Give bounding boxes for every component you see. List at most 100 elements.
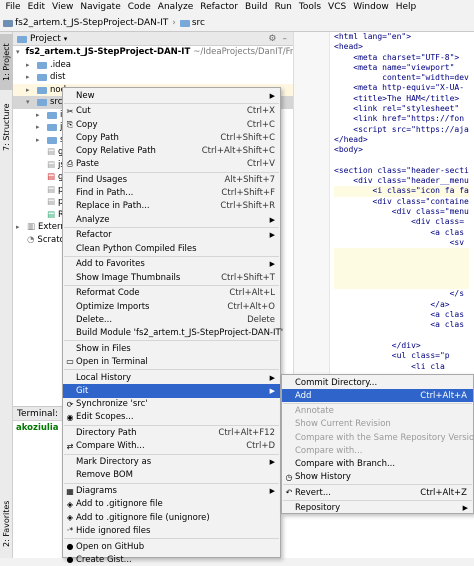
code-editor[interactable]: <html lang="en"> <head> <meta charset="UT… [293, 32, 474, 406]
menu-item-open-in-terminal[interactable]: ▭ Open in Terminal [63, 355, 280, 368]
menu-item-label: Open on GitHub [76, 541, 145, 552]
menu-item-compare-with[interactable]: ⇄ Compare With... Ctrl+D [63, 440, 280, 453]
menu-item-cut[interactable]: ✂ Cut Ctrl+X [63, 105, 280, 118]
menu-item-diagrams[interactable]: ▦ Diagrams ▶ [63, 485, 280, 498]
submenu-arrow-icon: ▶ [462, 503, 468, 512]
code-line: <link rel="stylesheet" [334, 104, 460, 114]
menu-item-commit-directory[interactable]: Commit Directory... [282, 376, 473, 389]
tab-favorites[interactable]: 2: Favorites [0, 494, 13, 554]
menu-item-find-usages[interactable]: Find Usages Alt+Shift+7 [63, 173, 280, 186]
menu-item-shortcut: Ctrl+Shift+C [220, 132, 275, 143]
code-area[interactable]: <html lang="en"> <head> <meta charset="UT… [334, 32, 469, 382]
menu-item-refactor[interactable]: Refactor ▶ [63, 229, 280, 242]
menu-build[interactable]: Build [242, 2, 272, 12]
menu-item-git[interactable]: Git ▶ [63, 384, 280, 398]
menu-item-edit-scopes[interactable]: ◉ Edit Scopes... [63, 411, 280, 424]
menu-item-copy-path[interactable]: Copy Path Ctrl+Shift+C [63, 131, 280, 144]
menu-item-delete[interactable]: Delete... Delete [63, 313, 280, 326]
gear-icon[interactable]: ⚙ [268, 34, 276, 44]
menu-item-label: Build Module 'fs2_artem.t_JS-StepProject… [76, 327, 284, 338]
breadcrumb-folder[interactable]: src [179, 18, 205, 28]
tab-project[interactable]: 1: Project [0, 34, 13, 90]
menu-item-synchronize-src[interactable]: ⟳ Synchronize 'src' [63, 398, 280, 411]
tree-item[interactable]: ▸ .idea [13, 59, 293, 72]
code-line: <head> [334, 42, 363, 52]
menu-view[interactable]: View [49, 2, 77, 12]
menu-item-show-image-thumbnails[interactable]: Show Image Thumbnails Ctrl+Shift+T [63, 271, 280, 284]
menu-item-paste[interactable]: ⎙ Paste Ctrl+V [63, 158, 280, 171]
menu-item-show-current-revision[interactable]: Show Current Revision [282, 418, 473, 431]
menu-item-hide-ignored-files[interactable]: ·* Hide ignored files [63, 524, 280, 537]
folder-icon [37, 86, 47, 94]
diagrams-icon: ▦ [66, 486, 74, 496]
menu-item-analyze[interactable]: Analyze ▶ [63, 213, 280, 226]
menu-item-replace-in-path[interactable]: Replace in Path... Ctrl+Shift+R [63, 200, 280, 213]
submenu-arrow-icon: ▶ [269, 231, 275, 240]
menu-item-mark-directory-as[interactable]: Mark Directory as ▶ [63, 456, 280, 469]
menu-item-add-to-favorites[interactable]: Add to Favorites ▶ [63, 258, 280, 271]
menu-item-open-on-github[interactable]: ● Open on GitHub [63, 540, 280, 553]
tab-structure[interactable]: 7: Structure [0, 92, 13, 162]
menu-item-show-in-files[interactable]: Show in Files [63, 342, 280, 355]
chevron-down-icon[interactable]: ▾ [64, 35, 68, 43]
menu-item-create-gist[interactable]: ● Create Gist... [63, 553, 280, 566]
menu-item-compare-with-branch[interactable]: Compare with Branch... [282, 457, 473, 470]
menu-code[interactable]: Code [124, 2, 154, 12]
expand-icon: ▸ [26, 60, 30, 69]
menu-item-directory-path[interactable]: Directory Path Ctrl+Alt+F12 [63, 427, 280, 440]
code-line: <meta name="viewport" [334, 62, 455, 72]
menu-item-repository[interactable]: Repository ▶ [282, 501, 473, 514]
menu-item-shortcut: Ctrl+Shift+R [220, 201, 275, 212]
menu-edit[interactable]: Edit [24, 2, 48, 12]
menu-item-compare-with[interactable]: Compare with... [282, 444, 473, 457]
menu-item-revert[interactable]: ↶ Revert... Ctrl+Alt+Z [282, 486, 473, 499]
code-line: <i class="icon fa fa [334, 186, 469, 197]
menu-item-clean-python-compiled-files[interactable]: Clean Python Compiled Files [63, 242, 280, 255]
folder-icon [37, 99, 47, 107]
menu-navigate[interactable]: Navigate [77, 2, 124, 12]
menu-window[interactable]: Window [350, 2, 393, 12]
menu-item-add[interactable]: Add Ctrl+Alt+A [282, 389, 473, 403]
menu-item-annotate[interactable]: Annotate [282, 405, 473, 418]
code-line: <title>The HAM</title> [334, 93, 460, 103]
menu-item-label: Revert... [295, 487, 331, 498]
menu-item-show-history[interactable]: ◷ Show History [282, 471, 473, 484]
menu-item-build-module-fs2-artem-t-js-stepproject-dan-it[interactable]: Build Module 'fs2_artem.t_JS-StepProject… [63, 326, 284, 339]
menu-item-label: Compare with the Same Repository Version [295, 432, 474, 443]
open-in-terminal-icon: ▭ [66, 357, 74, 367]
menu-item-reformat-code[interactable]: Reformat Code Ctrl+Alt+L [63, 287, 280, 300]
menu-item-find-in-path[interactable]: Find in Path... Ctrl+Shift+F [63, 187, 280, 200]
breadcrumb-project[interactable]: fs2_artem.t_JS-StepProject-DAN-IT [3, 18, 168, 28]
tree-root[interactable]: ▾ fs2_artem.t_JS-StepProject-DAN-IT ~/Idea… [13, 46, 304, 59]
menu-item-remove-bom[interactable]: Remove BOM [63, 469, 280, 482]
menu-item-optimize-imports[interactable]: Optimize Imports Ctrl+Alt+O [63, 300, 280, 313]
menu-item-compare-with-the-same-repository-version[interactable]: Compare with the Same Repository Version [282, 431, 474, 444]
code-line: <div class="header__menu [334, 176, 469, 186]
menu-item-local-history[interactable]: Local History ▶ [63, 371, 280, 384]
menu-tools[interactable]: Tools [295, 2, 324, 12]
menu-item-copy-relative-path[interactable]: Copy Relative Path Ctrl+Alt+Shift+C [63, 144, 280, 157]
project-panel-title: Project [30, 33, 61, 44]
menu-run[interactable]: Run [271, 2, 295, 12]
menu-item-copy[interactable]: ⎘ Copy Ctrl+C [63, 118, 280, 131]
tree-item[interactable]: ▸ dist [13, 71, 293, 84]
submenu-arrow-icon: ▶ [269, 386, 275, 395]
menu-item-add-to-gitignore-file-unignore[interactable]: ◈ Add to .gitignore file (unignore) [63, 511, 280, 524]
menu-help[interactable]: Help [392, 2, 420, 12]
compare-with-icon: ⇄ [66, 441, 74, 451]
add-to-gitignore-file-icon: ◈ [66, 499, 74, 509]
menu-item-label: Open in Terminal [76, 356, 148, 367]
menu-item-label: Show History [295, 472, 351, 483]
menu-refactor[interactable]: Refactor [197, 2, 242, 12]
menu-analyze[interactable]: Analyze [154, 2, 196, 12]
menu-file[interactable]: File [2, 2, 24, 12]
menu-item-new[interactable]: New ▶ [63, 89, 280, 102]
folder-icon [37, 74, 47, 82]
menu-item-shortcut: Ctrl+X [246, 106, 275, 117]
folder-icon [47, 124, 57, 132]
menu-item-add-to-gitignore-file[interactable]: ◈ Add to .gitignore file [63, 498, 280, 511]
hide-icon[interactable]: – [283, 34, 288, 44]
menu-vcs[interactable]: VCS [325, 2, 350, 12]
code-line: <link href="https://fon [334, 114, 465, 124]
